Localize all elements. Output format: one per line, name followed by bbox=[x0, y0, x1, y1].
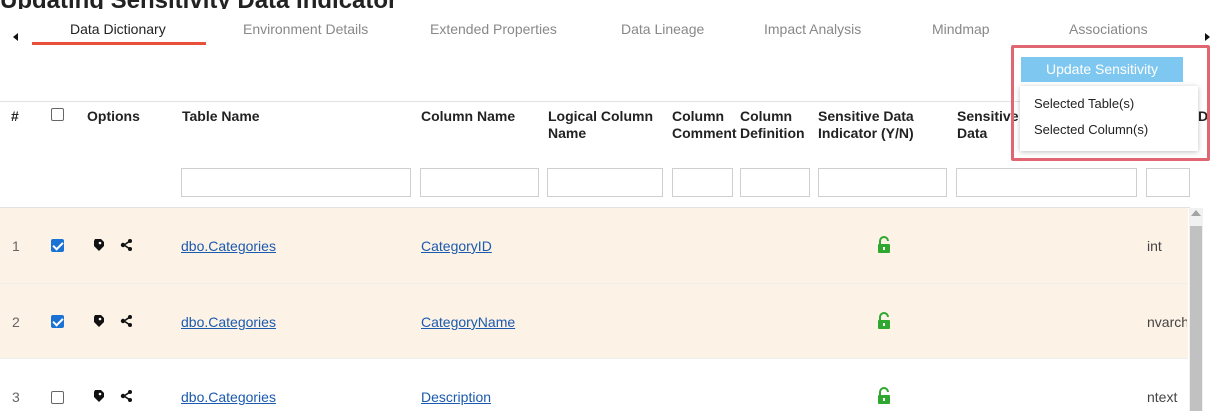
unlock-icon[interactable] bbox=[877, 236, 891, 254]
column-name-link[interactable]: CategoryID bbox=[421, 238, 492, 254]
tag-icon[interactable] bbox=[94, 239, 104, 251]
tag-icon[interactable] bbox=[94, 315, 104, 327]
scroll-left-icon[interactable] bbox=[13, 33, 18, 41]
scroll-right-icon[interactable] bbox=[1205, 33, 1210, 41]
header-column-definition[interactable]: Column Definition bbox=[740, 108, 816, 142]
scrollbar-thumb[interactable] bbox=[1190, 226, 1202, 411]
tab-environment-details[interactable]: Environment Details bbox=[243, 21, 368, 37]
tab-associations[interactable]: Associations bbox=[1069, 21, 1148, 37]
share-icon[interactable] bbox=[120, 390, 132, 402]
row-number: 3 bbox=[12, 389, 20, 405]
filter-logical-column-name[interactable] bbox=[547, 168, 663, 197]
column-name-link[interactable]: CategoryName bbox=[421, 314, 515, 330]
row-checkbox[interactable] bbox=[51, 239, 64, 252]
table-name-link[interactable]: dbo.Categories bbox=[181, 389, 276, 405]
filter-column-comment[interactable] bbox=[672, 168, 733, 197]
row-options bbox=[94, 315, 132, 327]
header-row-number: # bbox=[11, 108, 19, 124]
row-options bbox=[94, 239, 132, 251]
row-options bbox=[94, 390, 132, 402]
filter-table-name[interactable] bbox=[181, 168, 411, 197]
table-row[interactable]: 1 dbo.Categories CategoryID int bbox=[0, 208, 1188, 283]
tab-impact-analysis[interactable]: Impact Analysis bbox=[764, 21, 861, 37]
unlock-icon[interactable] bbox=[877, 387, 891, 405]
datatype-value: nvarchar bbox=[1147, 314, 1187, 330]
share-icon[interactable] bbox=[120, 315, 132, 327]
filter-sensitive-data-indicator[interactable] bbox=[818, 168, 947, 197]
filter-column-name[interactable] bbox=[420, 168, 539, 197]
table-name-link[interactable]: dbo.Categories bbox=[181, 238, 276, 254]
tab-data-lineage[interactable]: Data Lineage bbox=[621, 21, 704, 37]
row-checkbox[interactable] bbox=[51, 315, 64, 328]
header-table-name[interactable]: Table Name bbox=[182, 108, 260, 125]
filter-datatype[interactable] bbox=[1146, 168, 1190, 197]
row-number: 2 bbox=[12, 314, 20, 330]
row-number: 1 bbox=[12, 238, 20, 254]
tab-data-dictionary[interactable]: Data Dictionary bbox=[70, 21, 166, 37]
table-name-link[interactable]: dbo.Categories bbox=[181, 314, 276, 330]
row-checkbox[interactable] bbox=[51, 391, 64, 404]
highlight-box bbox=[1011, 45, 1210, 161]
header-sensitive-data-indicator[interactable]: Sensitive Data Indicator (Y/N) bbox=[818, 108, 948, 142]
filter-column-definition[interactable] bbox=[740, 168, 810, 197]
scroll-up-icon[interactable] bbox=[1191, 210, 1201, 216]
header-options: Options bbox=[87, 108, 140, 124]
tag-icon[interactable] bbox=[94, 390, 104, 402]
tab-mindmap[interactable]: Mindmap bbox=[932, 21, 990, 37]
datatype-value: int bbox=[1147, 238, 1162, 254]
page-heading-text: Updating Sensitivity Data Indicator bbox=[0, 0, 397, 9]
header-logical-column-name[interactable]: Logical Column Name bbox=[548, 108, 668, 142]
unlock-icon[interactable] bbox=[877, 312, 891, 330]
header-sdi-classification[interactable]: Sensitive Data Indicator (SDI) Classific… bbox=[957, 108, 1019, 142]
header-column-comment[interactable]: Column Comment bbox=[672, 108, 738, 142]
select-all-checkbox[interactable] bbox=[51, 108, 64, 121]
page-heading: Updating Sensitivity Data Indicator bbox=[0, 0, 760, 9]
table-row[interactable]: 2 dbo.Categories CategoryName nvarchar bbox=[0, 284, 1188, 359]
datatype-value: ntext bbox=[1147, 389, 1178, 405]
column-name-link[interactable]: Description bbox=[421, 389, 491, 405]
share-icon[interactable] bbox=[120, 239, 132, 251]
header-column-name[interactable]: Column Name bbox=[421, 108, 515, 125]
tab-extended-properties[interactable]: Extended Properties bbox=[430, 21, 557, 37]
filter-sdi-classification[interactable] bbox=[956, 168, 1137, 197]
active-tab-underline bbox=[32, 42, 206, 45]
table-row[interactable]: 3 dbo.Categories Description ntext bbox=[0, 359, 1188, 411]
